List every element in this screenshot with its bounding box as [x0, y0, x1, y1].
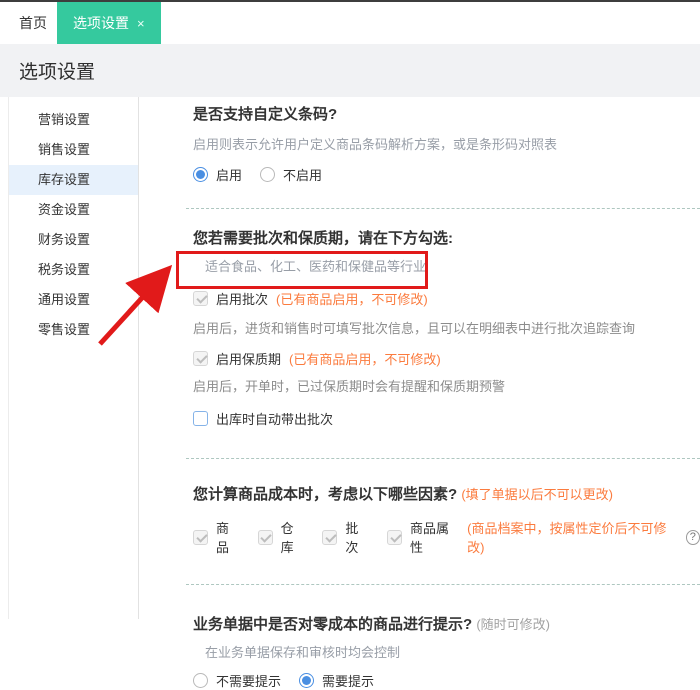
cost-heading-text: 您计算商品成本时，考虑以下哪些因素? [193, 486, 458, 503]
main-panel: 营销设置 销售设置 库存设置 资金设置 财务设置 税务设置 通用设置 零售设置 … [0, 97, 700, 689]
question-mark-icon[interactable]: ? [685, 529, 700, 545]
barcode-disable-label: 不启用 [283, 168, 323, 183]
checkbox-checked-disabled-icon [193, 351, 208, 366]
enable-shelf-life-row: 启用保质期 (已有商品启用，不可修改) [193, 349, 700, 368]
auto-batch-row[interactable]: 出库时自动带出批次 [193, 409, 700, 428]
zero-cost-description: 在业务单据保存和审核时均会控制 [205, 645, 401, 660]
factor-warehouse-label: 仓库 [280, 521, 294, 555]
sidebar-item-inventory[interactable]: 库存设置 [9, 165, 138, 195]
tab-options-settings[interactable]: 选项设置 × [57, 2, 161, 44]
factor-attribute-label: 商品属性 [410, 521, 450, 555]
batch-section-heading: 您若需要批次和保质期，请在下方勾选: [193, 230, 453, 247]
radio-selected-icon[interactable] [193, 167, 208, 182]
zero-cost-radio-group: 不需要提示 需要提示 [193, 671, 700, 690]
page-title: 选项设置 [19, 62, 96, 83]
cost-heading-note: (填了单据以后不可以更改) [461, 487, 614, 502]
checkbox-checked-disabled-icon [257, 529, 273, 545]
cost-factors-row: 商品 仓库 批次 商品属性 (商品档案中，按属性定价后不可修改) ? [193, 518, 700, 556]
checkbox-checked-disabled-icon [193, 529, 208, 545]
close-icon[interactable]: × [137, 17, 145, 30]
need-prompt-label: 需要提示 [322, 674, 375, 689]
checkbox-checked-disabled-icon [387, 529, 403, 545]
section-divider [186, 208, 700, 209]
no-prompt-label: 不需要提示 [216, 674, 282, 689]
factor-attribute: 商品属性 (商品档案中，按属性定价后不可修改) ? [387, 518, 700, 556]
cost-section-heading: 您计算商品成本时，考虑以下哪些因素? (填了单据以后不可以更改) [193, 483, 700, 504]
enable-shelf-life-note: (已有商品启用，不可修改) [289, 352, 441, 367]
sidebar-item-retail[interactable]: 零售设置 [9, 315, 138, 345]
sidebar-item-finance[interactable]: 财务设置 [9, 225, 138, 255]
barcode-radio-group: 启用 不启用 [193, 165, 700, 184]
enable-batch-row: 启用批次 (已有商品启用，不可修改) [193, 289, 700, 308]
enable-batch-note: (已有商品启用，不可修改) [276, 292, 428, 307]
section-divider [186, 458, 700, 459]
tab-home[interactable]: 首页 [9, 2, 57, 44]
sidebar-item-general[interactable]: 通用设置 [9, 285, 138, 315]
title-band: 选项设置 [0, 44, 700, 97]
enable-batch-label: 启用批次 [216, 292, 269, 307]
checkbox-unchecked-icon[interactable] [193, 411, 208, 426]
factor-product-label: 商品 [216, 521, 230, 555]
checkbox-checked-disabled-icon [193, 291, 208, 306]
factor-batch: 批次 [322, 518, 369, 556]
radio-unselected-icon[interactable] [193, 673, 208, 688]
sidebar-item-marketing[interactable]: 营销设置 [9, 105, 138, 135]
barcode-section-heading: 是否支持自定义条码? [193, 106, 338, 123]
batch-help-text: 启用后，进货和销售时可填写批次信息，且可以在明细表中进行批次追踪查询 [193, 321, 636, 336]
section-divider [186, 584, 700, 585]
zero-cost-heading-note: (随时可修改) [476, 617, 551, 632]
radio-selected-icon[interactable] [299, 673, 315, 688]
zero-cost-section-heading: 业务单据中是否对零成本的商品进行提示? (随时可修改) [193, 613, 700, 634]
need-prompt-option[interactable]: 需要提示 [299, 671, 374, 690]
factor-attribute-note: (商品档案中，按属性定价后不可修改) [467, 521, 667, 555]
radio-unselected-icon[interactable] [260, 167, 276, 182]
no-prompt-option[interactable]: 不需要提示 [193, 671, 281, 690]
factor-warehouse: 仓库 [257, 518, 305, 556]
barcode-enable-option[interactable]: 启用 [193, 165, 242, 184]
batch-section-description: 适合食品、化工、医药和保健品等行业 [205, 259, 427, 274]
auto-batch-label: 出库时自动带出批次 [216, 412, 334, 427]
tab-bar: 首页 选项设置 × [0, 2, 700, 44]
checkbox-checked-disabled-icon [322, 529, 338, 545]
barcode-disable-option[interactable]: 不启用 [260, 165, 322, 184]
sidebar-item-funds[interactable]: 资金设置 [9, 195, 138, 225]
factor-product: 商品 [193, 518, 240, 556]
tab-options-settings-label: 选项设置 [73, 15, 129, 31]
sidebar-item-sales[interactable]: 销售设置 [9, 135, 138, 165]
settings-sidebar: 营销设置 销售设置 库存设置 资金设置 财务设置 税务设置 通用设置 零售设置 [8, 97, 139, 619]
barcode-enable-label: 启用 [216, 168, 243, 183]
barcode-section-description: 启用则表示允许用户定义商品条码解析方案，或是条形码对照表 [193, 137, 558, 152]
shelf-life-help-text: 启用后，开单时，已过保质期时会有提醒和保质期预警 [193, 379, 506, 394]
factor-batch-label: 批次 [345, 521, 359, 555]
settings-content: 是否支持自定义条码? 启用则表示允许用户定义商品条码解析方案，或是条形码对照表 … [139, 97, 700, 689]
sidebar-item-tax[interactable]: 税务设置 [9, 255, 138, 285]
enable-shelf-life-label: 启用保质期 [216, 352, 282, 367]
